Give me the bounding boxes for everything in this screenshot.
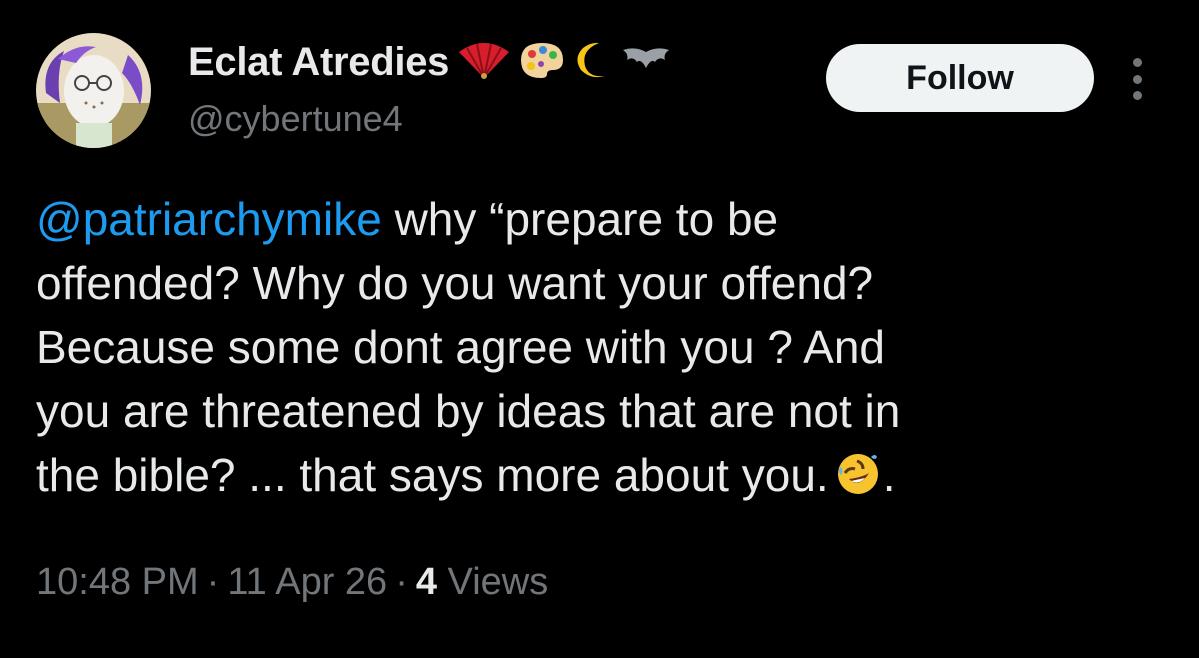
display-name[interactable]: Eclat Atredies (188, 40, 449, 85)
tweet-line: you are threatened by ideas that are not… (36, 385, 901, 437)
tweet-line: the bible? ... that says more about you.… (36, 443, 1156, 513)
more-dot (1132, 91, 1142, 100)
tweet-line: Because some dont agree with you ? And (36, 321, 886, 373)
tweet-line-text: the bible? ... that says more about you. (36, 449, 829, 501)
more-dot (1132, 58, 1142, 67)
meta-separator: · (395, 561, 408, 603)
tweet-meta: 10:48 PM · 11 Apr 26 · 4 Views (36, 561, 548, 604)
bat-emoji (621, 44, 671, 81)
tweet-line: offended? Why do you want your offend? (36, 257, 874, 309)
fan-emoji (455, 40, 513, 85)
rolling-on-floor-laughing-emoji (835, 449, 881, 513)
views-label: Views (447, 561, 549, 603)
mention-link[interactable]: @patriarchymike (36, 193, 382, 245)
palette-emoji (519, 40, 565, 85)
handle[interactable]: @cybertune4 (188, 98, 403, 140)
avatar[interactable] (36, 33, 151, 148)
tweet-line-end: . (882, 449, 896, 501)
follow-button[interactable]: Follow (826, 44, 1094, 112)
display-name-row: Eclat Atredies (188, 40, 671, 85)
tweet-line-text: why “prepare to be (381, 193, 779, 245)
crescent-moon-emoji (571, 40, 615, 85)
tweet-date[interactable]: 11 Apr 26 (227, 561, 387, 603)
meta-separator: · (206, 561, 220, 603)
tweet-card: Eclat Atredies @cybertune4 Follow @patri… (0, 0, 1199, 658)
avatar-illustration (36, 33, 151, 148)
more-dot (1132, 74, 1142, 84)
views-count: 4 (415, 561, 437, 603)
tweet-time[interactable]: 10:48 PM (36, 561, 199, 603)
tweet-text: @patriarchymike why “prepare to be offen… (36, 187, 1156, 513)
more-vertical-icon[interactable] (1126, 58, 1148, 100)
tweet-line: @patriarchymike why “prepare to be (36, 187, 1156, 251)
